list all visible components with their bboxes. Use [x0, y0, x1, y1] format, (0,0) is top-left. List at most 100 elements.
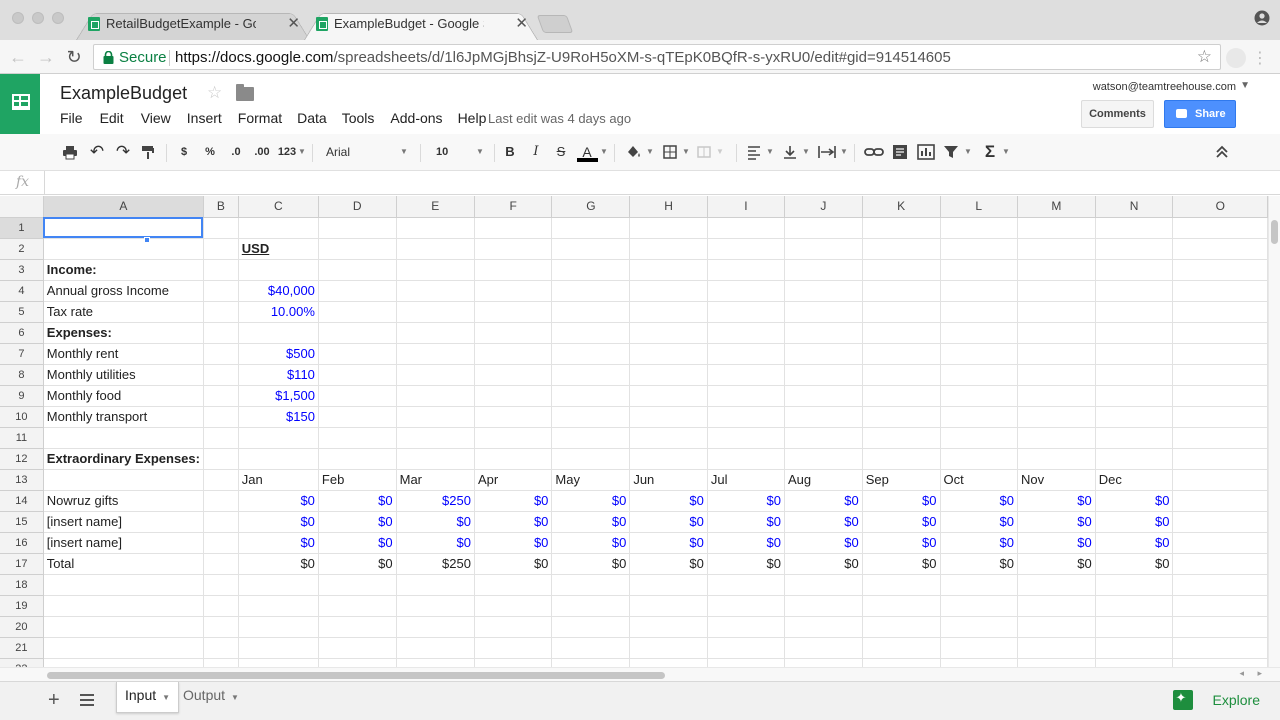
cell-c10[interactable]: $150: [238, 406, 319, 428]
cell-i17[interactable]: $0: [707, 552, 785, 575]
cell-m22[interactable]: [1017, 658, 1096, 667]
currency-format-button[interactable]: $: [176, 142, 192, 162]
cell-m3[interactable]: [1017, 259, 1096, 281]
cell-e11[interactable]: [396, 427, 475, 449]
cell-h15[interactable]: $0: [629, 511, 708, 533]
cell-g1[interactable]: [551, 217, 631, 239]
cell-j21[interactable]: [784, 637, 863, 659]
cell-j13[interactable]: Aug: [784, 469, 863, 491]
cell-j4[interactable]: [784, 280, 863, 302]
cell-g22[interactable]: [551, 658, 631, 667]
cell-m12[interactable]: [1017, 448, 1096, 470]
cell-o2[interactable]: [1172, 238, 1268, 260]
cell-a18[interactable]: [43, 574, 204, 596]
font-chevron-down-icon[interactable]: ▼: [400, 142, 408, 162]
cell-e13[interactable]: Mar: [396, 469, 475, 491]
cell-n10[interactable]: [1095, 406, 1174, 428]
explore-button[interactable]: Explore: [1172, 690, 1260, 710]
column-header-i[interactable]: I: [707, 196, 785, 218]
italic-button[interactable]: I: [528, 142, 544, 162]
vertical-scroll-thumb[interactable]: [1271, 220, 1278, 244]
cell-b10[interactable]: [203, 406, 239, 428]
cell-h14[interactable]: $0: [629, 490, 708, 512]
cell-m15[interactable]: $0: [1017, 511, 1096, 533]
cell-i19[interactable]: [707, 595, 785, 617]
column-header-c[interactable]: C: [238, 196, 319, 218]
cell-i15[interactable]: $0: [707, 511, 785, 533]
cell-c6[interactable]: [238, 322, 319, 344]
browser-tab-examplebudget[interactable]: ExampleBudget - Google Shee ✕: [304, 8, 538, 40]
cell-f9[interactable]: [474, 385, 553, 407]
row-header[interactable]: 1: [0, 217, 44, 239]
cell-e19[interactable]: [396, 595, 475, 617]
share-button[interactable]: Share: [1164, 100, 1236, 128]
sheet-tab-chevron-down-icon[interactable]: ▼: [162, 693, 170, 702]
cell-h1[interactable]: [629, 217, 708, 239]
cell-d7[interactable]: [318, 343, 397, 365]
sheet-tab-output[interactable]: Output ▼: [175, 682, 247, 713]
cell-f15[interactable]: $0: [474, 511, 553, 533]
cell-l6[interactable]: [940, 322, 1018, 344]
redo-icon[interactable]: ↷: [114, 142, 132, 162]
cell-d22[interactable]: [318, 658, 397, 667]
fill-color-icon[interactable]: [625, 142, 643, 162]
more-formats-button[interactable]: 123: [277, 142, 297, 162]
cell-i18[interactable]: [707, 574, 785, 596]
cell-n14[interactable]: $0: [1095, 490, 1174, 512]
cell-a20[interactable]: [43, 616, 204, 638]
cell-m5[interactable]: [1017, 301, 1096, 323]
cell-j8[interactable]: [784, 364, 863, 386]
cell-f5[interactable]: [474, 301, 553, 323]
cell-o18[interactable]: [1172, 574, 1268, 596]
merge-chevron-down-icon[interactable]: ▼: [716, 142, 724, 162]
cell-k18[interactable]: [862, 574, 941, 596]
row-header[interactable]: 16: [0, 532, 44, 554]
font-family-select[interactable]: Arial: [326, 142, 366, 162]
cell-j17[interactable]: $0: [784, 552, 863, 575]
cell-e20[interactable]: [396, 616, 475, 638]
cell-o14[interactable]: [1172, 490, 1268, 512]
cell-g3[interactable]: [551, 259, 631, 281]
cell-k17[interactable]: $0: [862, 552, 941, 575]
cell-g21[interactable]: [551, 637, 631, 659]
cell-l16[interactable]: $0: [940, 532, 1018, 554]
cell-n1[interactable]: [1095, 217, 1174, 239]
cell-k7[interactable]: [862, 343, 941, 365]
cell-k8[interactable]: [862, 364, 941, 386]
cell-d19[interactable]: [318, 595, 397, 617]
cell-n4[interactable]: [1095, 280, 1174, 302]
user-account-icon[interactable]: [1254, 10, 1270, 26]
cell-o1[interactable]: [1172, 217, 1268, 239]
cell-o21[interactable]: [1172, 637, 1268, 659]
cell-n18[interactable]: [1095, 574, 1174, 596]
cell-e5[interactable]: [396, 301, 475, 323]
cell-h9[interactable]: [629, 385, 708, 407]
cell-j15[interactable]: $0: [784, 511, 863, 533]
cell-g11[interactable]: [551, 427, 631, 449]
row-header[interactable]: 7: [0, 343, 44, 365]
cell-l22[interactable]: [940, 658, 1018, 667]
cell-o16[interactable]: [1172, 532, 1268, 554]
cell-i5[interactable]: [707, 301, 785, 323]
cell-g20[interactable]: [551, 616, 631, 638]
row-header[interactable]: 19: [0, 595, 44, 617]
borders-icon[interactable]: [662, 142, 678, 162]
vertical-align-icon[interactable]: [782, 142, 798, 162]
cell-j19[interactable]: [784, 595, 863, 617]
reload-icon[interactable]: ↻: [64, 47, 84, 67]
cell-f1[interactable]: [474, 217, 553, 239]
cell-m2[interactable]: [1017, 238, 1096, 260]
cell-i9[interactable]: [707, 385, 785, 407]
cell-c7[interactable]: $500: [238, 343, 319, 365]
cell-c13[interactable]: Jan: [238, 469, 319, 491]
cell-n6[interactable]: [1095, 322, 1174, 344]
cell-c20[interactable]: [238, 616, 319, 638]
cell-c14[interactable]: $0: [238, 490, 319, 512]
functions-chevron-down-icon[interactable]: ▼: [1002, 142, 1010, 162]
cell-d2[interactable]: [318, 238, 397, 260]
cell-a9[interactable]: Monthly food: [43, 385, 204, 407]
cell-b22[interactable]: [203, 658, 239, 667]
valign-chevron-down-icon[interactable]: ▼: [802, 142, 810, 162]
back-icon[interactable]: ←: [8, 47, 28, 67]
cell-g15[interactable]: $0: [551, 511, 631, 533]
